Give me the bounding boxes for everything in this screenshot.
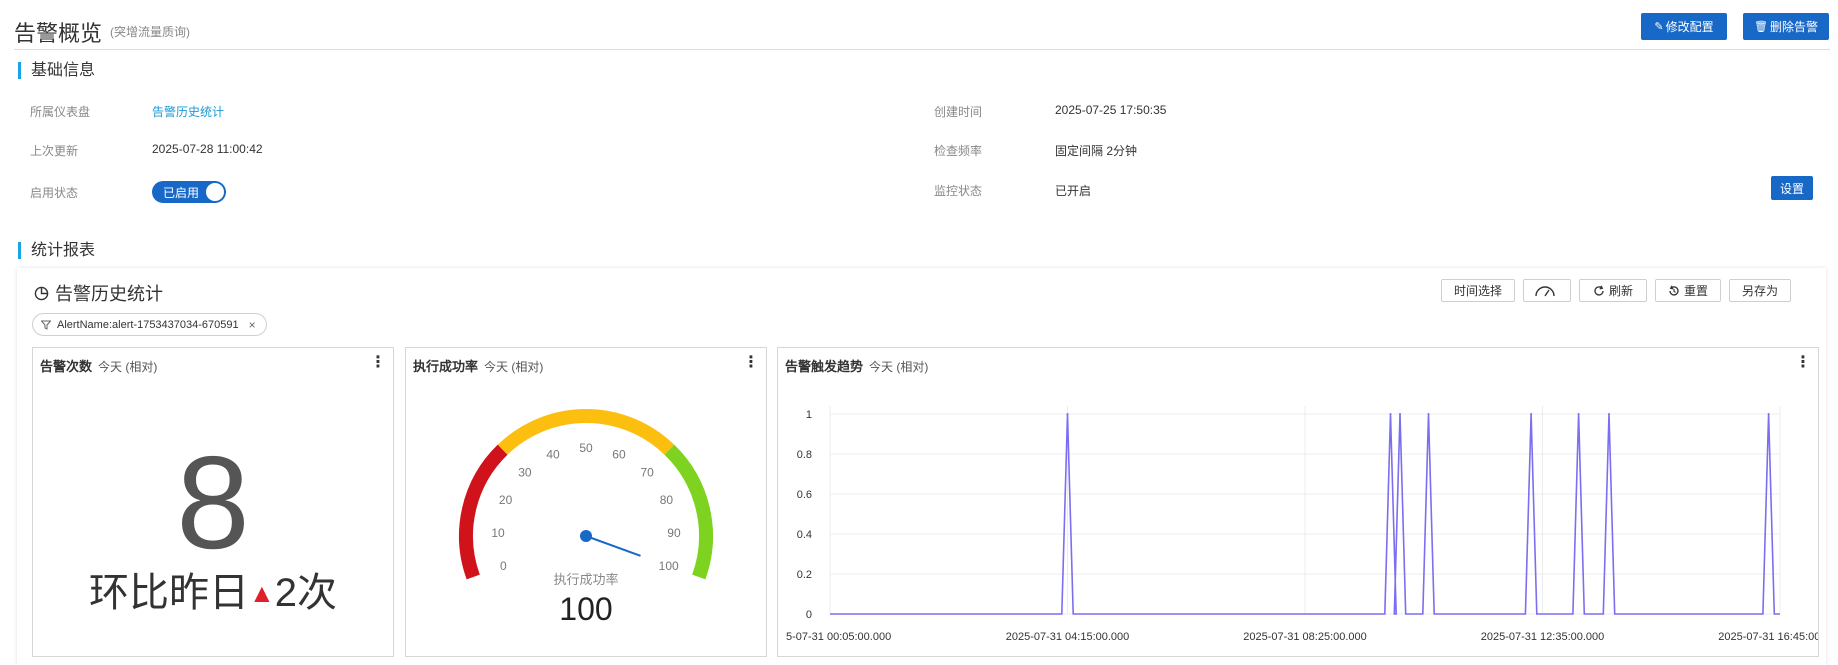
gauge-tick-label: 10 (491, 526, 505, 540)
alert-count-title: 告警次数 今天 (相对) (40, 359, 158, 374)
frequency-label: 检查频率 (934, 144, 983, 158)
filter-icon (41, 320, 51, 330)
pie-chart-icon (34, 286, 49, 300)
y-tick-label: 0.8 (797, 449, 812, 461)
success-rate-panel: 执行成功率 今天 (相对) ⋮ 0 10 20 30 40 50 60 70 80 90 100 执行成… (405, 347, 767, 657)
trend-chart: 0 0.2 0.4 0.6 0.8 1 5-07-31 00:05:00.000 2025-0… (786, 406, 1818, 643)
page-title: 告警概览 (14, 21, 103, 46)
success-rate-title: 执行成功率 今天 (相对) (413, 359, 544, 374)
edit-config-button[interactable]: ✎ 修改配置 (1641, 13, 1727, 40)
monitor-value: 已开启 (1055, 184, 1092, 198)
edit-icon: ✎ (1654, 21, 1664, 33)
toggle-knob (206, 183, 224, 201)
frequency-value: 固定间隔 2分钟 (1055, 144, 1138, 158)
report-section-title: 统计报表 (18, 242, 95, 259)
filter-remove-icon[interactable]: × (249, 318, 256, 332)
filter-tag-label: AlertName:alert-1753437034-670591 (57, 318, 239, 331)
y-tick-label: 0.4 (797, 529, 812, 541)
alert-count-value: 8 (176, 429, 250, 576)
trend-point (1767, 413, 1770, 415)
alert-count-panel: 告警次数 今天 (相对) ⋮ 8 环比昨日▲2次 (32, 347, 394, 657)
gauge-band-0 (459, 444, 508, 580)
save-as-button[interactable]: 另存为 (1729, 279, 1791, 302)
created-value: 2025-07-25 17:50:35 (1055, 103, 1167, 117)
trend-point (1427, 413, 1430, 415)
enabled-toggle[interactable]: 已启用 (152, 181, 226, 203)
dashboard-label: 所属仪表盘 (30, 105, 91, 119)
trend-point (1066, 413, 1069, 415)
refresh-icon (1594, 285, 1604, 296)
history-icon (1669, 285, 1679, 296)
trend-point (1530, 413, 1533, 415)
speedometer-icon (1535, 285, 1555, 296)
gauge-tick-label: 60 (612, 447, 626, 461)
refresh-button[interactable]: 刷新 (1579, 279, 1647, 302)
gauge-tick-label: 40 (546, 447, 560, 461)
x-tick-label: 2025-07-31 12:35:00.000 (1481, 631, 1605, 643)
trend-point (1399, 413, 1401, 415)
y-tick-label: 0.2 (797, 569, 812, 581)
created-label: 创建时间 (934, 105, 983, 119)
report-title: 告警历史统计 (34, 280, 163, 306)
time-select-button[interactable]: 时间选择 (1441, 279, 1515, 302)
panel-menu-icon[interactable]: ⋮ (1795, 355, 1811, 371)
x-tick-label: 2025-07-31 16:45:00.000 (1718, 631, 1818, 643)
gauge-view-button[interactable] (1523, 279, 1571, 302)
gauge-tick-label: 30 (518, 466, 532, 480)
trend-point (1389, 413, 1392, 415)
gauge-value: 100 (559, 591, 612, 627)
page-header: 告警概览 (突增流量质询) (14, 0, 1830, 50)
panel-menu-icon[interactable]: ⋮ (370, 355, 386, 371)
delete-alert-button[interactable]: 🗑 删除告警 (1743, 13, 1829, 40)
monitor-label: 监控状态 (934, 184, 983, 198)
gauge-tick-label: 20 (499, 493, 513, 507)
up-arrow-icon: ▲ (249, 578, 275, 608)
trend-point (1577, 413, 1580, 415)
filter-tag[interactable]: AlertName:alert-1753437034-670591 × (32, 313, 267, 336)
enabled-label: 启用状态 (30, 186, 79, 200)
panel-menu-icon[interactable]: ⋮ (743, 355, 759, 371)
gauge-hub (580, 530, 592, 542)
gauge-tick-label: 50 (579, 441, 593, 455)
reset-button[interactable]: 重置 (1655, 279, 1721, 302)
gauge-tick-label: 90 (667, 526, 681, 540)
report-card: 告警历史统计 时间选择 刷新 重置 另存为 AlertName:alert-17… (17, 268, 1826, 665)
gauge-needle (585, 535, 641, 557)
trend-panel: 告警触发趋势 今天 (相对) ⋮ 0 0.2 0.4 0.6 0.8 1 5-07-31 00… (777, 347, 1819, 657)
trash-icon: 🗑 (1754, 21, 1768, 33)
updated-value: 2025-07-28 11:00:42 (152, 142, 263, 156)
trend-point (1608, 413, 1610, 415)
gauge-tick-label: 0 (500, 559, 507, 573)
compare-yesterday: 环比昨日▲2次 (89, 571, 337, 615)
page-subtitle: (突增流量质询) (110, 25, 190, 39)
gauge-tick-label: 100 (659, 559, 679, 573)
y-tick-label: 1 (806, 409, 812, 421)
x-tick-label: 2025-07-31 08:25:00.000 (1243, 631, 1367, 643)
y-tick-label: 0.6 (797, 489, 812, 501)
dashboard-link[interactable]: 告警历史统计 (152, 103, 224, 120)
x-tick-label: 5-07-31 00:05:00.000 (786, 631, 891, 643)
gauge-tick-label: 70 (640, 466, 654, 480)
x-tick-label: 2025-07-31 04:15:00.000 (1006, 631, 1130, 643)
success-rate-gauge: 0 10 20 30 40 50 60 70 80 90 100 执行成功率 100 (459, 409, 713, 627)
enabled-toggle-label: 已启用 (163, 185, 200, 200)
y-tick-label: 0 (806, 609, 812, 621)
settings-button[interactable]: 设置 (1771, 176, 1813, 200)
gauge-tick-label: 80 (660, 493, 674, 507)
updated-label: 上次更新 (30, 144, 79, 158)
gauge-label: 执行成功率 (553, 572, 618, 587)
basic-info-section-title: 基础信息 (18, 62, 95, 79)
trend-title: 告警触发趋势 今天 (相对) (785, 359, 929, 374)
gauge-band-2 (664, 444, 713, 580)
